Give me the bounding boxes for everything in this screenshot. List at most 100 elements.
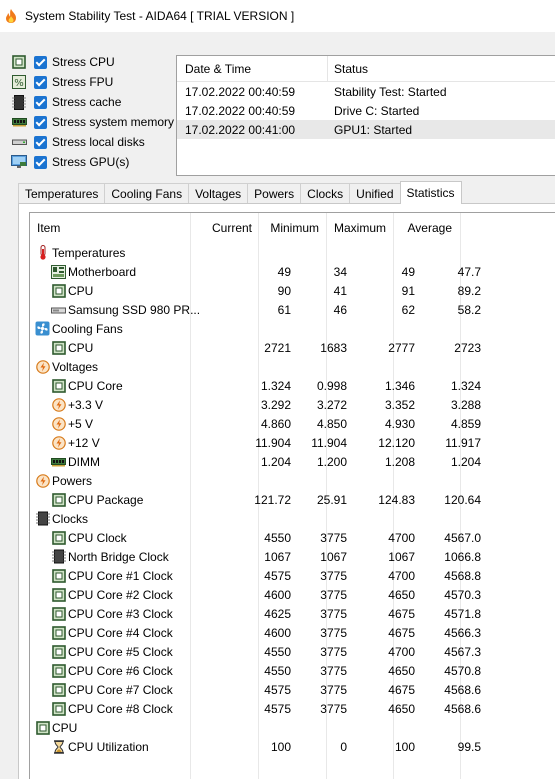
table-row[interactable]: CPU Utilization 100 0 100 99.5 <box>30 737 555 756</box>
value-minimum: 0.998 <box>316 379 347 393</box>
row-name: North Bridge Clock <box>68 549 169 564</box>
cpu-chip-icon <box>51 568 66 583</box>
row-label: CPU Core #7 Clock <box>51 682 173 697</box>
cpu-chip-icon <box>51 378 66 393</box>
stress-checkbox[interactable] <box>34 155 47 169</box>
table-row[interactable]: CPU Core #4 Clock 4600 3775 4675 4566.3 <box>30 623 555 642</box>
log-status: GPU1: Started <box>334 122 413 137</box>
table-row[interactable]: North Bridge Clock 1067 1067 1067 1066.8 <box>30 547 555 566</box>
table-row[interactable]: CPU Core #8 Clock 4575 3775 4650 4568.6 <box>30 699 555 718</box>
table-row[interactable]: CPU Core #3 Clock 4625 3775 4675 4571.8 <box>30 604 555 623</box>
row-name: CPU <box>68 340 94 355</box>
cpu-chip-icon <box>51 663 66 678</box>
stress-checkbox[interactable] <box>34 55 47 69</box>
value-current: 121.72 <box>254 493 291 507</box>
value-maximum: 12.120 <box>378 436 415 450</box>
category-row[interactable]: Clocks <box>30 509 555 528</box>
category-row[interactable]: Voltages <box>30 357 555 376</box>
table-row[interactable]: CPU 2721 1683 2777 2723 <box>30 338 555 357</box>
value-current: 4600 <box>264 626 291 640</box>
table-row[interactable]: +3.3 V 3.292 3.272 3.352 3.288 <box>30 395 555 414</box>
value-minimum: 46 <box>333 303 347 317</box>
tab-temperatures[interactable]: Temperatures <box>18 183 106 203</box>
tab-clocks[interactable]: Clocks <box>300 183 351 203</box>
table-row[interactable]: CPU Core #5 Clock 4550 3775 4700 4567.3 <box>30 642 555 661</box>
row-name: CPU Core #4 Clock <box>68 625 173 640</box>
table-row[interactable]: Samsung SSD 980 PR... 61 46 62 58.2 <box>30 300 555 319</box>
table-row[interactable]: +5 V 4.860 4.850 4.930 4.859 <box>30 414 555 433</box>
category-row[interactable]: CPU <box>30 718 555 737</box>
row-label: CPU <box>35 720 77 735</box>
value-average: 1.204 <box>450 455 481 469</box>
tab-voltages[interactable]: Voltages <box>188 183 249 203</box>
category-row[interactable]: Powers <box>30 471 555 490</box>
cpu-chip-icon <box>51 587 66 602</box>
stress-checkbox[interactable] <box>34 115 47 129</box>
value-current: 4575 <box>264 702 291 716</box>
value-maximum: 91 <box>401 284 415 298</box>
log-row[interactable]: 17.02.2022 00:40:59 Stability Test: Start… <box>177 82 555 101</box>
header-average[interactable]: Average <box>408 221 452 235</box>
event-log[interactable]: Date & Time Status 17.02.2022 00:40:59 St… <box>176 55 555 176</box>
category-row[interactable]: Temperatures <box>30 243 555 262</box>
category-row[interactable]: Cooling Fans <box>30 319 555 338</box>
memory-module-icon <box>51 454 66 469</box>
stress-checkbox[interactable] <box>34 95 47 109</box>
value-maximum: 1067 <box>388 550 415 564</box>
voltage-bolt-icon <box>35 359 50 374</box>
log-header-datetime[interactable]: Date & Time <box>177 55 328 82</box>
value-maximum: 4650 <box>388 588 415 602</box>
stress-option[interactable]: Stress GPU(s) <box>10 152 175 172</box>
voltage-bolt-icon <box>35 473 50 488</box>
stress-option[interactable]: Stress local disks <box>10 132 175 152</box>
value-average: 120.64 <box>444 493 481 507</box>
header-current[interactable]: Current <box>212 221 252 235</box>
table-row[interactable]: CPU Core 1.324 0.998 1.346 1.324 <box>30 376 555 395</box>
table-row[interactable]: CPU Package 121.72 25.91 124.83 120.64 <box>30 490 555 509</box>
memory-module-icon <box>10 114 28 130</box>
table-row[interactable]: CPU Clock 4550 3775 4700 4567.0 <box>30 528 555 547</box>
stress-option[interactable]: Stress system memory <box>10 112 175 132</box>
row-label: CPU Core #4 Clock <box>51 625 173 640</box>
table-row[interactable]: CPU Core #7 Clock 4575 3775 4675 4568.6 <box>30 680 555 699</box>
value-current: 4600 <box>264 588 291 602</box>
row-name: CPU Core #1 Clock <box>68 568 173 583</box>
stress-option[interactable]: % Stress FPU <box>10 72 175 92</box>
voltage-bolt-icon <box>51 416 66 431</box>
header-maximum[interactable]: Maximum <box>334 221 386 235</box>
row-label: CPU Core #5 Clock <box>51 644 173 659</box>
value-maximum: 4700 <box>388 645 415 659</box>
stress-option[interactable]: Stress CPU <box>10 52 175 72</box>
cpu-chip-icon <box>51 606 66 621</box>
row-label: CPU Core #2 Clock <box>51 587 173 602</box>
header-item[interactable]: Item <box>37 221 60 235</box>
table-row[interactable]: DIMM 1.204 1.200 1.208 1.204 <box>30 452 555 471</box>
tab-unified[interactable]: Unified <box>349 183 401 203</box>
value-average: 4568.8 <box>444 569 481 583</box>
row-label: +12 V <box>51 435 100 450</box>
row-name: CPU Core #3 Clock <box>68 606 173 621</box>
log-row[interactable]: 17.02.2022 00:40:59 Drive C: Started <box>177 101 555 120</box>
stress-checkbox[interactable] <box>34 75 47 89</box>
table-row[interactable]: Motherboard 49 34 49 47.7 <box>30 262 555 281</box>
tab-powers[interactable]: Powers <box>247 183 302 203</box>
clock-chip-icon <box>51 549 66 564</box>
stress-option[interactable]: Stress cache <box>10 92 175 112</box>
table-row[interactable]: +12 V 11.904 11.904 12.120 11.917 <box>30 433 555 452</box>
table-row[interactable]: CPU Core #2 Clock 4600 3775 4650 4570.3 <box>30 585 555 604</box>
header-minimum[interactable]: Minimum <box>270 221 319 235</box>
table-row[interactable]: CPU 90 41 91 89.2 <box>30 281 555 300</box>
log-row[interactable]: 17.02.2022 00:41:00 GPU1: Started <box>177 120 555 139</box>
table-row[interactable]: CPU Core #1 Clock 4575 3775 4700 4568.8 <box>30 566 555 585</box>
tab-statistics[interactable]: Statistics <box>399 181 462 204</box>
row-label: Motherboard <box>51 264 136 279</box>
row-name: CPU Core <box>68 378 123 393</box>
value-average: 99.5 <box>457 740 481 754</box>
table-row[interactable]: CPU Core #6 Clock 4550 3775 4650 4570.8 <box>30 661 555 680</box>
value-minimum: 3775 <box>320 607 347 621</box>
log-header-status[interactable]: Status <box>328 56 555 82</box>
tab-cooling-fans[interactable]: Cooling Fans <box>104 183 190 203</box>
value-minimum: 1.200 <box>316 455 347 469</box>
stress-checkbox[interactable] <box>34 135 47 149</box>
row-label: Cooling Fans <box>35 321 123 336</box>
